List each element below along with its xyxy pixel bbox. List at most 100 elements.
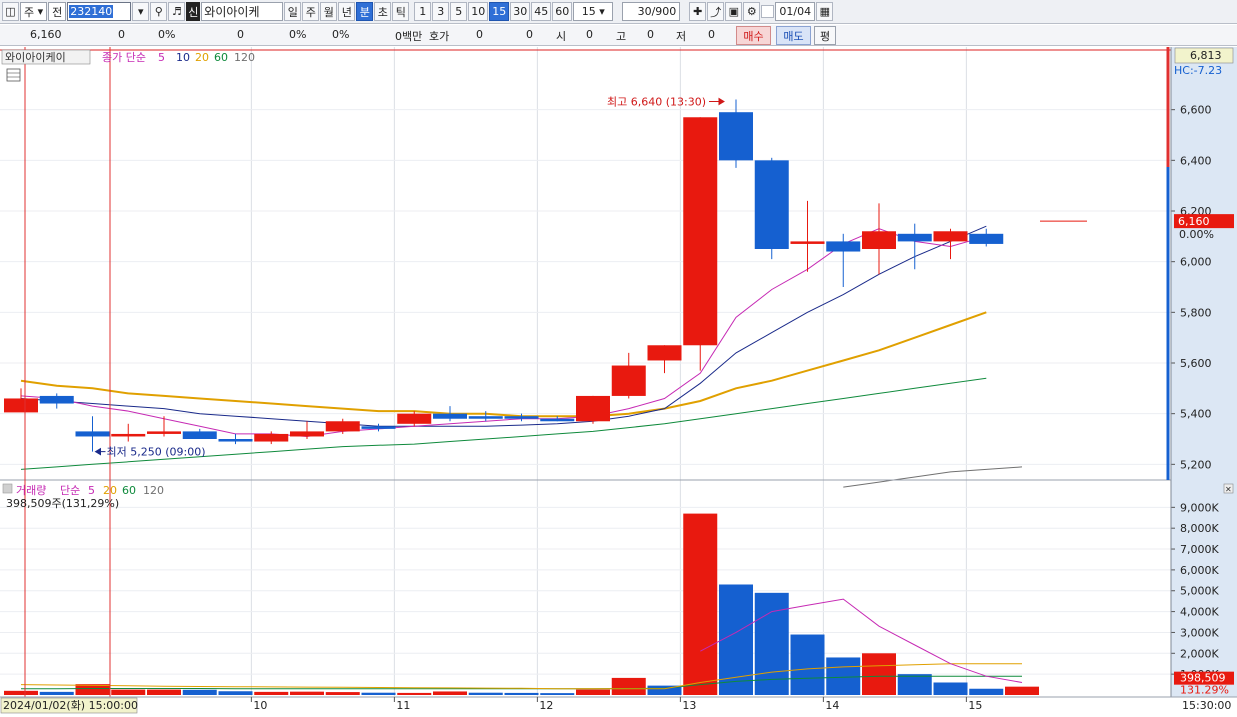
- minute-1[interactable]: 1: [414, 2, 432, 21]
- x-tick-label: 15: [968, 699, 982, 712]
- volume-bar: [433, 691, 467, 695]
- minute-5[interactable]: 5: [450, 2, 468, 21]
- zoom-icon[interactable]: ✚: [689, 2, 707, 21]
- table-icon[interactable]: [6, 68, 21, 82]
- max-annotation: 최고 6,640 (13:30): [607, 96, 706, 109]
- candle-body: [147, 431, 181, 434]
- quote-low-label: 저: [676, 30, 687, 43]
- vol-tick-label: 4,000K: [1180, 606, 1219, 619]
- minute-3[interactable]: 3: [432, 2, 450, 21]
- speaker-icon[interactable]: ♬: [168, 2, 186, 21]
- calendar-icon[interactable]: ▦: [816, 2, 834, 21]
- vol-tick-label: 5,000K: [1180, 585, 1219, 598]
- sell-button[interactable]: 매도: [776, 26, 811, 45]
- search-icon[interactable]: ⚲: [150, 2, 168, 21]
- y-tick-label: 5,400: [1180, 408, 1212, 421]
- toolbar: ◫ 주 ▾ 전 232140 ▾ ⚲ ♬ 신 와이아이케 일 주 월 년 분 초…: [0, 0, 1237, 24]
- x-tick-label: 13: [682, 699, 696, 712]
- draw-tool-icon[interactable]: ⤴: [707, 2, 725, 21]
- period-week[interactable]: 주: [302, 2, 320, 21]
- candle-body: [719, 112, 753, 161]
- quote-hoga-1: 0: [476, 28, 483, 41]
- period-month[interactable]: 월: [320, 2, 338, 21]
- vol-tick-label: 2,000K: [1180, 647, 1219, 660]
- quote-hoga-2: 0: [526, 28, 533, 41]
- vol-tick-label: 7,000K: [1180, 543, 1219, 556]
- candle-body: [862, 231, 896, 249]
- volume-bar: [862, 653, 896, 695]
- candle-body: [826, 241, 861, 252]
- volume-bar: [933, 682, 968, 695]
- buy-button[interactable]: 매수: [736, 26, 771, 45]
- volume-legend-icon[interactable]: [2, 483, 13, 494]
- stock-name: 와이아이케: [201, 2, 284, 21]
- x-tick-label: 10: [253, 699, 267, 712]
- panel-icon[interactable]: ◫: [2, 2, 19, 21]
- period-tick[interactable]: 틱: [392, 2, 410, 21]
- prev-select-value: 전: [52, 5, 63, 19]
- volume-bar: [111, 689, 146, 695]
- vol-tick-label: 8,000K: [1180, 522, 1219, 535]
- checkbox-icon[interactable]: [761, 5, 775, 18]
- y-tick-label: 6,400: [1180, 154, 1212, 167]
- min-annotation: 최저 5,250 (09:00): [107, 446, 206, 459]
- date-input[interactable]: 01/04: [775, 2, 816, 21]
- candle-body: [361, 426, 396, 429]
- period-year[interactable]: 년: [338, 2, 356, 21]
- quote-price: 6,160: [30, 28, 62, 41]
- volume-bar: [325, 692, 360, 695]
- minute-15[interactable]: 15: [489, 2, 510, 21]
- candle-body: [111, 433, 146, 437]
- minute-select[interactable]: 15 ▾: [573, 2, 614, 21]
- legend-ma20: 20: [195, 51, 209, 64]
- candle-body: [182, 431, 217, 439]
- quote-hoga-label: 호가: [429, 30, 450, 43]
- period-minute[interactable]: 분: [356, 2, 374, 21]
- quote-volume: 0: [237, 28, 244, 41]
- period-day[interactable]: 일: [284, 2, 302, 21]
- vol-tick-label: 9,000K: [1180, 501, 1219, 514]
- minute-45[interactable]: 45: [531, 2, 552, 21]
- volume-bar: [397, 692, 432, 695]
- x-time-label: 15:30:00: [1182, 699, 1231, 712]
- credit-badge: 신: [186, 2, 201, 21]
- candle-body: [790, 241, 825, 244]
- cursor-date-label: 2024/01/02(화) 15:00:00: [3, 699, 138, 712]
- date-value: 01/04: [779, 5, 812, 18]
- legend-ma10: 10: [176, 51, 190, 64]
- flat-button[interactable]: 평: [814, 26, 836, 45]
- volume-bar: [683, 513, 718, 695]
- candle-body: [576, 395, 610, 422]
- period-type-value: 주: [24, 5, 35, 19]
- x-tick-label: 12: [539, 699, 553, 712]
- quote-open: 0: [586, 28, 593, 41]
- volume-bar: [4, 690, 38, 695]
- stock-code-input[interactable]: 232140: [67, 2, 132, 21]
- volume-bar: [39, 691, 74, 695]
- candle-body: [897, 233, 932, 242]
- quote-change: 0: [118, 28, 125, 41]
- volume-bar: [969, 688, 1004, 695]
- count-value: 30/900: [637, 5, 677, 18]
- chevron-down-icon[interactable]: ▾: [132, 2, 150, 21]
- y-tick-label: 6,600: [1180, 104, 1212, 117]
- vol-last-pct: 131.29%: [1180, 684, 1229, 697]
- chart-area[interactable]: 6,6006,4006,2006,0005,8005,6005,4005,200…: [0, 47, 1237, 717]
- minute-60[interactable]: 60: [552, 2, 573, 21]
- period-second[interactable]: 초: [374, 2, 392, 21]
- candle-body: [933, 231, 968, 242]
- period-type-select[interactable]: 주 ▾: [20, 2, 48, 21]
- candle-body: [75, 431, 110, 437]
- gear-icon[interactable]: ⚙: [743, 2, 761, 21]
- vol-tick-label: 6,000K: [1180, 564, 1219, 577]
- minute-10[interactable]: 10: [468, 2, 489, 21]
- candle-body: [647, 345, 682, 361]
- save-icon[interactable]: ▣: [725, 2, 743, 21]
- prev-select[interactable]: 전: [48, 2, 67, 21]
- candle-body: [4, 398, 38, 413]
- candle-body: [218, 439, 253, 442]
- volume-bar: [790, 634, 825, 695]
- volume-bar: [147, 689, 181, 695]
- count-input[interactable]: 30/900: [622, 2, 681, 21]
- minute-30[interactable]: 30: [510, 2, 531, 21]
